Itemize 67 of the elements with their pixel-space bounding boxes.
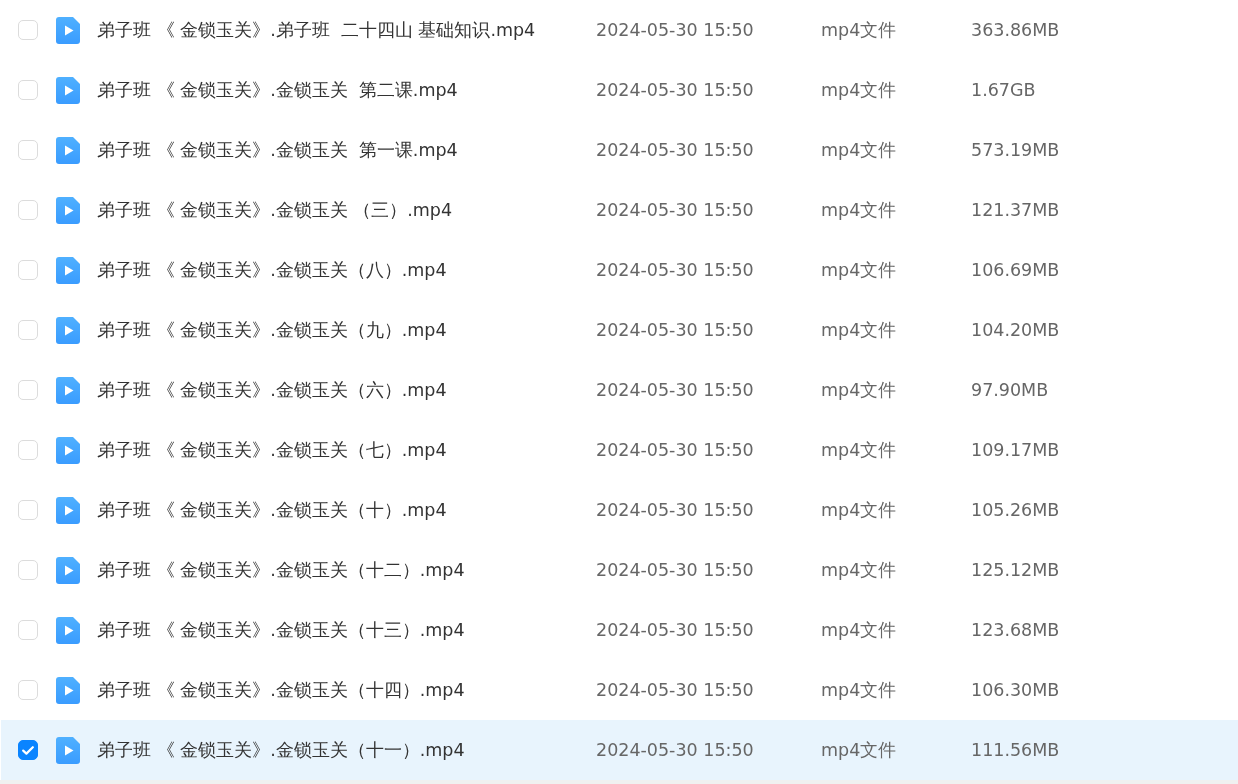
modified-time: 2024-05-30 15:50 <box>596 320 755 340</box>
file-name[interactable]: 弟子班 《 金锁玉关》.金锁玉关（七）.mp4 <box>97 438 596 462</box>
file-type: mp4文件 <box>821 79 898 102</box>
modified-time: 2024-05-30 15:50 <box>596 80 755 100</box>
video-file-icon <box>56 736 80 764</box>
video-file-icon <box>56 256 80 284</box>
file-type: mp4文件 <box>821 679 898 702</box>
file-size: 573.19MB <box>971 140 1061 160</box>
modified-time: 2024-05-30 15:50 <box>596 260 755 280</box>
modified-time: 2024-05-30 15:50 <box>596 200 755 220</box>
file-size: 123.68MB <box>971 620 1061 640</box>
file-size: 111.56MB <box>971 740 1061 760</box>
modified-time: 2024-05-30 15:50 <box>596 500 755 520</box>
file-size: 1.67GB <box>971 80 1037 100</box>
file-name[interactable]: 弟子班 《 金锁玉关》.金锁玉关（十三）.mp4 <box>97 618 596 642</box>
file-name[interactable]: 弟子班 《 金锁玉关》.金锁玉关（十四）.mp4 <box>97 678 596 702</box>
video-file-icon <box>56 436 80 464</box>
video-file-icon <box>56 616 80 644</box>
file-type: mp4文件 <box>821 499 898 522</box>
file-type: mp4文件 <box>821 19 898 42</box>
video-file-icon <box>56 196 80 224</box>
video-file-icon <box>56 676 80 704</box>
file-type: mp4文件 <box>821 139 898 162</box>
file-size: 109.17MB <box>971 440 1061 460</box>
file-name[interactable]: 弟子班 《 金锁玉关》.金锁玉关 第二课.mp4 <box>97 78 596 102</box>
file-type: mp4文件 <box>821 379 898 402</box>
file-type: mp4文件 <box>821 259 898 282</box>
file-size: 106.69MB <box>971 260 1061 280</box>
file-size: 104.20MB <box>971 320 1061 340</box>
file-size: 125.12MB <box>971 560 1061 580</box>
file-type: mp4文件 <box>821 199 898 222</box>
file-name[interactable]: 弟子班 《 金锁玉关》.金锁玉关（八）.mp4 <box>97 258 596 282</box>
checkmark-icon <box>22 745 34 755</box>
file-name[interactable]: 弟子班 《 金锁玉关》.金锁玉关（十一）.mp4 <box>97 738 596 762</box>
modified-time: 2024-05-30 15:50 <box>596 680 755 700</box>
video-file-icon <box>56 556 80 584</box>
video-file-icon <box>56 136 80 164</box>
file-name[interactable]: 弟子班 《 金锁玉关》.金锁玉关 第一课.mp4 <box>97 138 596 162</box>
modified-time: 2024-05-30 15:50 <box>596 380 755 400</box>
modified-time: 2024-05-30 15:50 <box>596 560 755 580</box>
checkbox[interactable] <box>18 740 38 760</box>
modified-time: 2024-05-30 15:50 <box>596 740 755 760</box>
video-file-icon <box>56 16 80 44</box>
file-type: mp4文件 <box>821 559 898 582</box>
file-name[interactable]: 弟子班 《 金锁玉关》.金锁玉关 （三）.mp4 <box>97 198 596 222</box>
file-size: 121.37MB <box>971 200 1061 220</box>
file-type: mp4文件 <box>821 319 898 342</box>
file-size: 363.86MB <box>971 20 1061 40</box>
file-name[interactable]: 弟子班 《 金锁玉关》.弟子班 二十四山 基础知识.mp4 <box>97 18 596 42</box>
modified-time: 2024-05-30 15:50 <box>596 20 755 40</box>
file-size: 105.26MB <box>971 500 1061 520</box>
file-size: 97.90MB <box>971 380 1050 400</box>
file-type: mp4文件 <box>821 619 898 642</box>
file-name[interactable]: 弟子班 《 金锁玉关》.金锁玉关（十）.mp4 <box>97 498 596 522</box>
modified-time: 2024-05-30 15:50 <box>596 620 755 640</box>
file-type: mp4文件 <box>821 739 898 762</box>
video-file-icon <box>56 376 80 404</box>
video-file-icon <box>56 496 80 524</box>
modified-time: 2024-05-30 15:50 <box>596 440 755 460</box>
modified-time: 2024-05-30 15:50 <box>596 140 755 160</box>
file-name[interactable]: 弟子班 《 金锁玉关》.金锁玉关（十二）.mp4 <box>97 558 596 582</box>
video-file-icon <box>56 76 80 104</box>
file-type: mp4文件 <box>821 439 898 462</box>
file-name[interactable]: 弟子班 《 金锁玉关》.金锁玉关（六）.mp4 <box>97 378 596 402</box>
file-size: 106.30MB <box>971 680 1061 700</box>
video-file-icon <box>56 316 80 344</box>
file-name[interactable]: 弟子班 《 金锁玉关》.金锁玉关（九）.mp4 <box>97 318 596 342</box>
